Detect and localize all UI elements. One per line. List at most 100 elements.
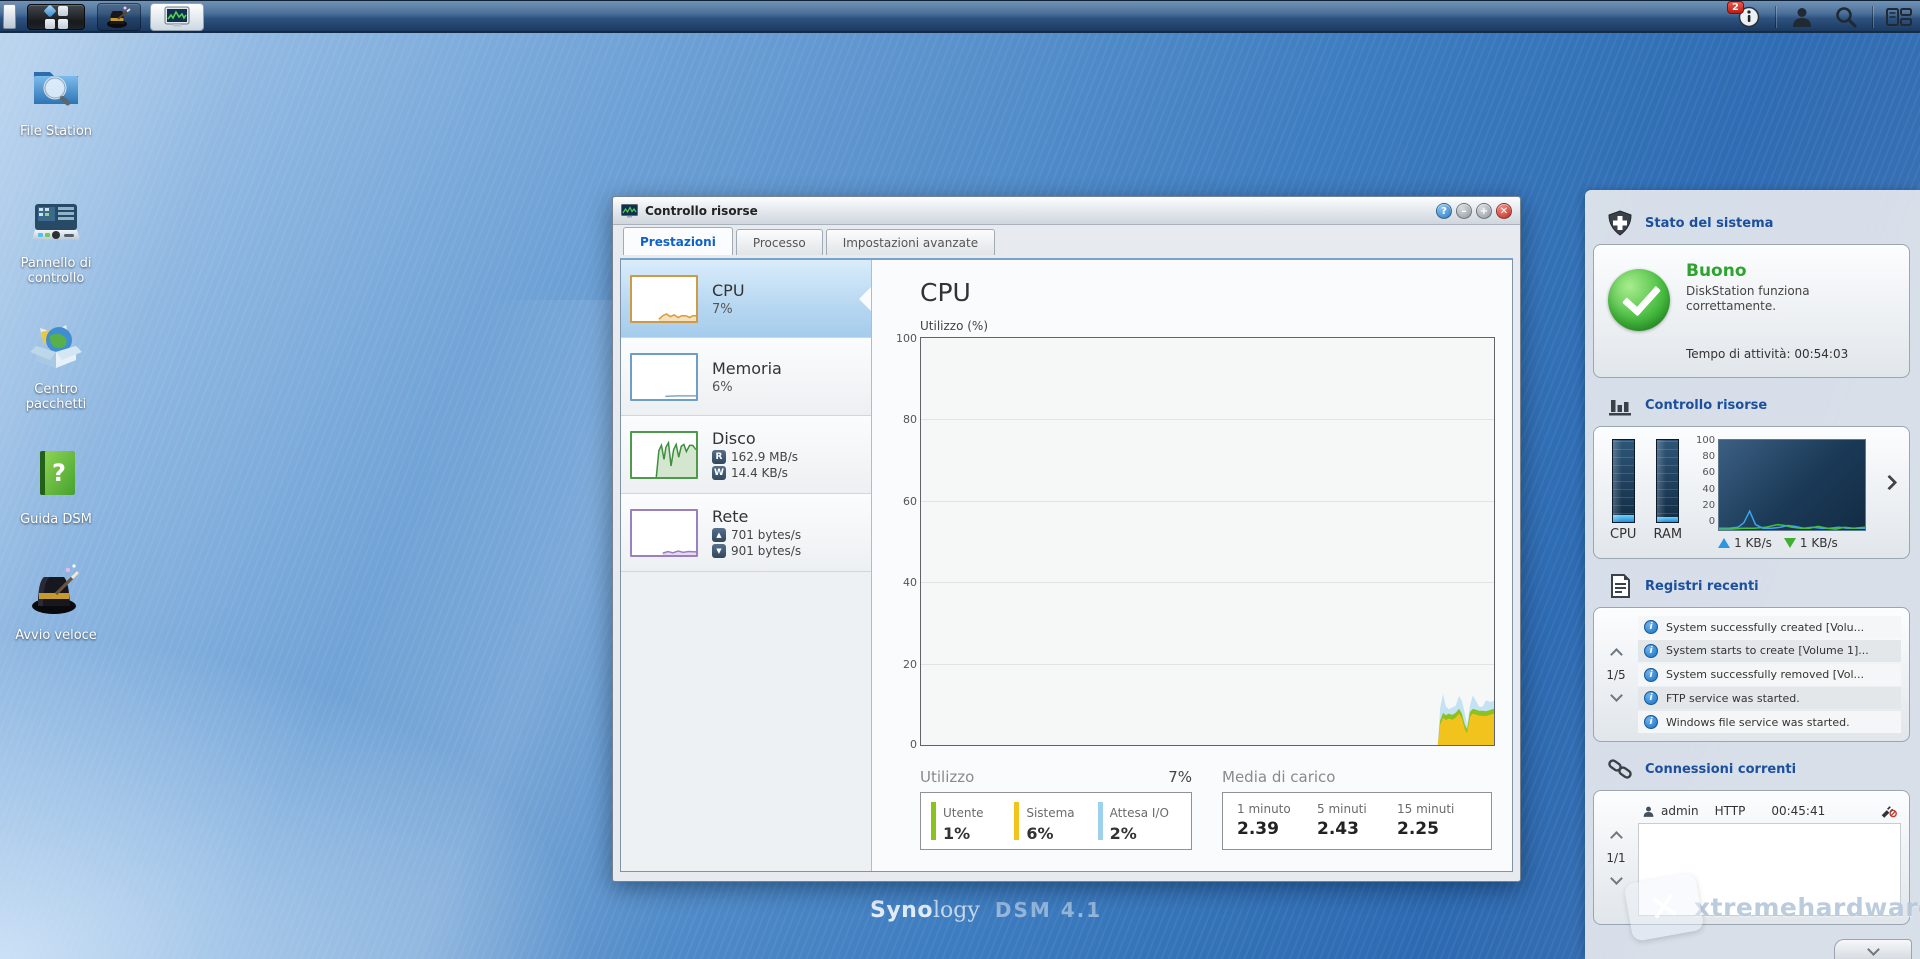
tab-processo[interactable]: Processo — [735, 229, 823, 255]
legend-color-utente — [931, 802, 936, 840]
legend-value: 1% — [943, 824, 971, 843]
widget-expand-chevron-icon[interactable] — [1881, 474, 1898, 491]
recent-logs-header: Registri recenti — [1607, 573, 1910, 599]
y-tick: 0 — [910, 738, 917, 751]
system-status: Buono — [1686, 261, 1747, 281]
resource-monitor-icon — [164, 6, 190, 27]
monitor-item-disco[interactable]: Disco R 162.9 MB/s W 14.4 KB/s — [621, 416, 871, 494]
connections-pager: 1/1 — [1594, 799, 1638, 916]
tab-impostazioni-avanzate[interactable]: Impostazioni avanzate — [825, 229, 996, 255]
log-message: System successfully created [Volu... — [1666, 620, 1865, 634]
log-list: i System successfully created [Volu... iS… — [1638, 616, 1901, 733]
logs-pager: 1/5 — [1594, 616, 1638, 733]
show-desktop-button[interactable] — [3, 4, 16, 29]
y-tick: 80 — [903, 413, 917, 427]
log-row[interactable]: i System successfully created [Volu... — [1638, 616, 1901, 638]
taskbar-resource-monitor-button[interactable] — [150, 3, 204, 31]
close-button[interactable]: ✕ — [1496, 202, 1512, 219]
main-menu-icon — [42, 3, 68, 29]
monitor-item-cpu[interactable]: CPU 7% — [621, 260, 871, 338]
pager-position: 1/1 — [1606, 850, 1626, 865]
search-icon — [1836, 6, 1857, 28]
monitor-value: 6% — [712, 379, 733, 395]
detail-title: CPU — [920, 278, 971, 307]
monitor-label: Memoria — [712, 358, 782, 378]
legend-value: 2% — [1109, 824, 1137, 843]
pager-down-icon[interactable] — [1609, 871, 1623, 885]
load-value: 2.39 — [1237, 819, 1279, 839]
read-badge: R — [712, 450, 726, 464]
tray-separator — [1775, 5, 1776, 28]
connection-time: 00:45:41 — [1771, 804, 1826, 818]
main-menu-button[interactable] — [27, 3, 85, 30]
load-1min: 1 minuto 2.39 — [1237, 802, 1317, 840]
taskbar-tray: 2 — [1727, 0, 1914, 32]
log-row[interactable]: i FTP service was started. — [1638, 687, 1901, 710]
disconnect-icon[interactable] — [1880, 804, 1897, 818]
monitor-list: CPU 7% Memoria 6% Disco R 162.9 MB/s W 1… — [621, 260, 872, 871]
upload-rate: 1 KB/s — [1734, 536, 1772, 550]
notifications-button[interactable]: 2 — [1727, 0, 1764, 30]
taskbar-quick-launch-button[interactable] — [97, 3, 141, 31]
desktop-icon-label: Avvio veloce — [15, 628, 97, 643]
load-title: Media di carico — [1222, 768, 1336, 786]
tab-prestazioni[interactable]: Prestazioni — [623, 227, 733, 255]
pager-down-icon[interactable] — [1609, 688, 1623, 702]
resource-monitor-window: Controllo risorse ? – + ✕ Prestazioni Pr… — [612, 196, 1521, 882]
package-center-icon — [30, 325, 82, 368]
connection-protocol: HTTP — [1714, 804, 1746, 818]
minimize-button[interactable]: – — [1456, 202, 1472, 219]
log-row[interactable]: i System starts to create [Volume 1]... — [1638, 639, 1901, 662]
desktop-icon-dsm-help[interactable]: ? Guida DSM — [4, 446, 108, 527]
monitor-item-rete[interactable]: Rete ▲ 701 bytes/s ▼ 901 bytes/s — [621, 494, 871, 572]
desktop-icon-package-center[interactable]: Centro pacchetti — [4, 320, 108, 412]
load-average-group: Media di carico 1 minuto 2.39 5 minuti 2… — [1222, 768, 1492, 850]
y-tick: 60 — [903, 494, 917, 508]
gauge-label: RAM — [1653, 527, 1683, 542]
pager-up-icon[interactable] — [1609, 830, 1623, 844]
load-5min: 5 minuti 2.43 — [1317, 802, 1397, 840]
system-health-panel: Buono DiskStation funziona correttamente… — [1593, 244, 1910, 378]
log-row[interactable]: i System successfully removed [Vol... — [1638, 663, 1901, 686]
magic-hat-icon — [32, 564, 80, 614]
maximize-button[interactable]: + — [1476, 202, 1492, 219]
resource-widget-header: Controllo risorse — [1607, 392, 1910, 418]
user-menu-button[interactable] — [1787, 4, 1817, 30]
legend-sistema: Sistema 6% — [1014, 802, 1097, 843]
brand-watermark: Syno — [870, 898, 933, 923]
monitor-label: Rete — [712, 507, 749, 526]
usage-group: Utilizzo 7% Utente 1% Sistema 6% Attesa … — [920, 768, 1192, 850]
help-button[interactable]: ? — [1436, 202, 1452, 219]
resource-widget-panel[interactable]: CPU RAM 100 80 60 40 20 0 1 KB/s 1 KB/s — [1593, 426, 1910, 559]
window-titlebar[interactable]: Controllo risorse ? – + ✕ — [613, 197, 1520, 225]
desktop-icon-file-station[interactable]: File Station — [4, 58, 108, 139]
desktop-icon-quick-start[interactable]: Avvio veloce — [4, 562, 108, 643]
search-button[interactable] — [1831, 4, 1861, 30]
pilot-view-button[interactable] — [1884, 4, 1914, 30]
system-uptime: Tempo di attività: 00:54:03 — [1686, 347, 1849, 361]
desktop-icon-control-panel[interactable]: Pannello di controllo — [4, 194, 108, 286]
user-icon — [1793, 7, 1811, 27]
pager-up-icon[interactable] — [1609, 647, 1623, 661]
user-icon — [1643, 806, 1654, 817]
info-icon: i — [1644, 667, 1658, 682]
write-badge: W — [712, 466, 726, 480]
sidebar-collapse-tab[interactable] — [1834, 939, 1912, 959]
info-icon: i — [1644, 643, 1658, 658]
connections-panel: 1/1 admin HTTP 00:45:41 — [1593, 790, 1910, 925]
connection-row[interactable]: admin HTTP 00:45:41 — [1638, 799, 1901, 823]
monitor-item-memoria[interactable]: Memoria 6% — [621, 338, 871, 416]
performance-content: CPU 7% Memoria 6% Disco R 162.9 MB/s W 1… — [620, 258, 1513, 872]
connection-user: admin — [1661, 804, 1699, 818]
info-icon: i — [1644, 715, 1658, 729]
svg-text:?: ? — [52, 459, 66, 487]
shield-icon — [1608, 210, 1632, 236]
version-watermark: DSM 4.1 — [994, 898, 1103, 922]
system-status-description: DiskStation funziona correttamente. — [1686, 284, 1810, 313]
file-station-icon — [34, 72, 78, 106]
window-controls: ? – + ✕ — [1436, 202, 1512, 219]
log-row[interactable]: i Windows file service was started. — [1638, 711, 1901, 733]
network-mini-chart — [1718, 439, 1867, 531]
cpu-usage-chart: 100 80 60 40 20 0 — [896, 332, 1495, 751]
ram-gauge: RAM — [1653, 439, 1682, 542]
